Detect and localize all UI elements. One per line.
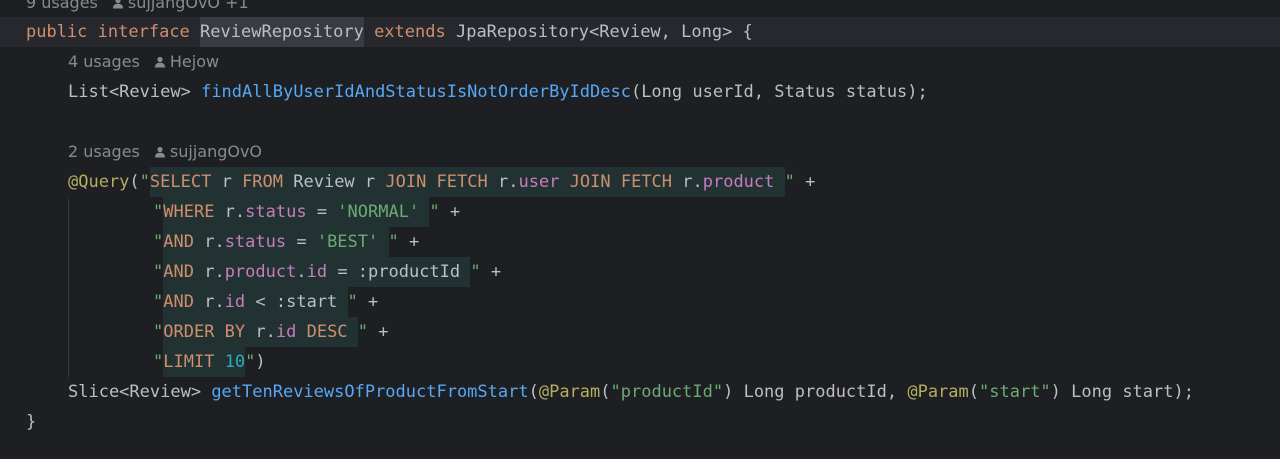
method-name[interactable]: findAllByUserIdAndStatusIsNotOrderByIdDe… [201, 77, 631, 107]
param-annotation[interactable]: @Param [539, 377, 600, 407]
return-type: List<Review> [68, 82, 191, 102]
usage-hint-get-ten[interactable]: 2 usages sujjangOvO [68, 137, 262, 167]
usage-count[interactable]: 4 usages [68, 47, 140, 77]
code-line-get-ten-method[interactable]: Slice<Review> getTenReviewsOfProductFrom… [68, 377, 1194, 407]
usage-hint-find-all[interactable]: 4 usages Hejow [68, 47, 219, 77]
closing-brace: } [26, 412, 37, 432]
extends-type: JpaRepository<Review, Long> { [455, 22, 753, 42]
code-line-query-3[interactable]: " AND r.status = 'BEST' " + [153, 227, 419, 257]
code-line-query-4[interactable]: " AND r.product.id = :productId " + [153, 257, 501, 287]
keyword-interface: interface [97, 22, 190, 42]
method-name[interactable]: getTenReviewsOfProductFromStart [211, 377, 528, 407]
query-annotation[interactable]: @Query [68, 167, 129, 197]
indent-guide [68, 199, 69, 377]
param-annotation[interactable]: @Param [907, 377, 968, 407]
sql-fragment: ORDER BY r.id DESC [163, 317, 358, 347]
sql-fragment: SELECT r FROM Review r JOIN FETCH r.user… [149, 167, 785, 197]
code-line-find-all-method[interactable]: List<Review> findAllByUserIdAndStatusIsN… [68, 77, 928, 107]
sql-fragment: AND r.status = 'BEST' [163, 227, 389, 257]
user-icon [112, 0, 123, 9]
code-line-closing-brace[interactable]: } [26, 407, 36, 437]
code-line-query-7[interactable]: " LIMIT 10 ") [153, 347, 266, 377]
code-line-query-5[interactable]: " AND r.id < :start " + [153, 287, 378, 317]
code-line-query-2[interactable]: " WHERE r.status = 'NORMAL' " + [153, 197, 460, 227]
sql-fragment: AND r.id < :start [163, 287, 348, 317]
author-name: Hejow [169, 52, 220, 71]
sql-fragment: WHERE r.status = 'NORMAL' [163, 197, 430, 227]
keyword-extends: extends [374, 22, 446, 42]
sql-fragment: AND r.product.id = :productId [163, 257, 471, 287]
usage-count[interactable]: 9 usages [26, 0, 98, 18]
method-params: (Long userId, Status status); [630, 82, 928, 102]
interface-name[interactable]: ReviewRepository [200, 17, 364, 47]
return-type: Slice<Review> [68, 382, 202, 402]
user-icon [154, 56, 165, 68]
code-editor[interactable]: 9 usages sujjangOvO +1 public interface … [0, 0, 1280, 459]
code-line-interface-declaration[interactable]: public interface ReviewRepository extend… [26, 17, 753, 47]
code-line-query-1[interactable]: @Query(" SELECT r FROM Review r JOIN FETC… [68, 167, 815, 197]
user-icon [154, 146, 165, 158]
usage-hint-interface[interactable]: 9 usages sujjangOvO +1 [26, 0, 249, 18]
keyword-public: public [26, 22, 88, 42]
sql-fragment: LIMIT 10 [163, 347, 246, 377]
usage-count[interactable]: 2 usages [68, 137, 140, 167]
author-name: sujjangOvO +1 [127, 0, 249, 12]
author-name: sujjangOvO [169, 142, 263, 161]
code-line-query-6[interactable]: " ORDER BY r.id DESC " + [153, 317, 389, 347]
